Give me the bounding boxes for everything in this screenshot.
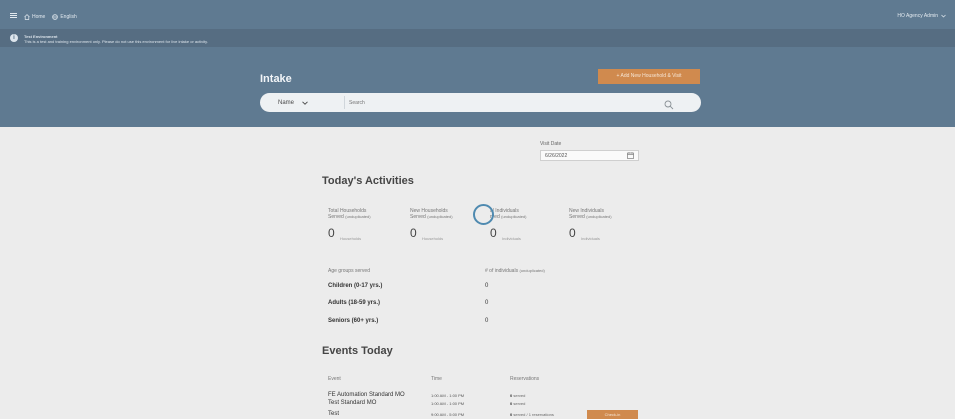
events-col-event: Event xyxy=(328,376,341,382)
stat-unit: Households xyxy=(422,236,444,241)
stat-subtitle: Served xyxy=(410,214,426,220)
stat-total-households: Total Households Served (unduplicated) 0… xyxy=(328,208,398,241)
event-time: 1:00 AM - 1:00 PM xyxy=(431,401,465,406)
language-label: English xyxy=(60,13,77,20)
event-time: 1:00 AM - 1:00 PM xyxy=(431,393,465,398)
add-household-visit-button[interactable]: + Add New Household & Visit xyxy=(598,69,700,84)
check-in-button[interactable]: Check-in xyxy=(587,410,638,419)
intake-header: Intake + Add New Household & Visit Name xyxy=(0,47,955,127)
event-name: Test Standard MO xyxy=(328,400,377,406)
globe-icon xyxy=(52,13,59,20)
home-link[interactable]: Home xyxy=(24,14,45,20)
stat-total-individuals: al Individuals rved (unduplicated) 0 Ind… xyxy=(490,208,560,241)
stat-value: 0 xyxy=(569,226,576,240)
stat-unit: Households xyxy=(340,236,362,241)
events-today-heading: Events Today xyxy=(322,345,393,357)
search-field-label: Name xyxy=(278,99,295,106)
age-group-count: 0 xyxy=(485,300,489,306)
visit-date-label: Visit Date xyxy=(540,141,562,147)
top-nav-left: Home English xyxy=(10,13,77,20)
search-divider xyxy=(344,96,345,109)
calendar-icon[interactable] xyxy=(627,152,634,161)
age-group-count: 0 xyxy=(485,283,489,289)
chevron-down-icon xyxy=(302,100,308,105)
stat-value: 0 xyxy=(490,226,497,240)
search-input[interactable] xyxy=(349,96,649,109)
event-name: Test xyxy=(328,411,340,417)
user-name: HO Agency Admin xyxy=(897,13,938,19)
event-served-count: 0 xyxy=(510,401,513,406)
stat-subtitle: Served xyxy=(328,214,344,220)
age-group-label: Children (0-17 yrs.) xyxy=(328,283,383,289)
search-field-select[interactable]: Name xyxy=(272,93,342,112)
stat-new-households: New Households Served (unduplicated) 0 H… xyxy=(410,208,480,241)
stat-subtitle: Served xyxy=(569,214,585,220)
top-nav-bar: Home English HO Agency Admin xyxy=(0,0,955,29)
chevron-down-icon xyxy=(941,14,946,18)
visit-date-value: 6/26/2022 xyxy=(545,153,568,159)
test-environment-banner: i Test Environment This is a test and tr… xyxy=(0,29,955,47)
event-served-count: 0 xyxy=(510,412,513,417)
stat-value: 0 xyxy=(410,226,417,240)
page-title: Intake xyxy=(260,73,292,85)
event-reservations-text: served xyxy=(513,393,526,398)
menu-icon[interactable] xyxy=(10,13,17,20)
home-label: Home xyxy=(32,13,46,20)
event-time: 9:00 AM - 5:00 PM xyxy=(431,412,465,417)
visit-date-input[interactable]: 6/26/2022 xyxy=(540,150,639,161)
stat-note: (unduplicated) xyxy=(427,214,453,219)
age-group-count: 0 xyxy=(485,318,489,324)
age-group-label: Seniors (60+ yrs.) xyxy=(328,318,379,324)
todays-activities-heading: Today's Activities xyxy=(322,175,414,187)
events-col-reservations: Reservations xyxy=(510,376,540,382)
cursor-indicator xyxy=(473,204,494,225)
event-reservations: 0 served xyxy=(510,401,525,406)
search-icon[interactable] xyxy=(664,97,674,115)
stat-unit: Individuals xyxy=(581,236,600,241)
stat-note: (unduplicated) xyxy=(345,214,371,219)
stat-unit: Individuals xyxy=(502,236,521,241)
event-served-count: 0 xyxy=(510,393,513,398)
info-icon: i xyxy=(10,34,18,42)
stat-note: (unduplicated) xyxy=(501,214,527,219)
event-reservations: 0 served / 1 reservations xyxy=(510,412,554,417)
events-col-time: Time xyxy=(431,376,442,382)
event-name: FE Automation Standard MO xyxy=(328,392,405,398)
count-header-note: (unduplicated) xyxy=(519,268,545,273)
stat-note: (unduplicated) xyxy=(586,214,612,219)
search-bar: Name xyxy=(260,93,701,112)
home-icon xyxy=(24,13,30,20)
language-selector[interactable]: English xyxy=(52,13,77,20)
event-reservations-text: served / 1 reservations xyxy=(513,412,554,417)
stat-new-individuals: New Individuals Served (unduplicated) 0 … xyxy=(569,208,639,241)
individuals-count-header: # of individuals (unduplicated) xyxy=(485,268,545,274)
age-group-label: Adults (18-59 yrs.) xyxy=(328,300,381,306)
banner-message: This is a test and training environment … xyxy=(24,39,208,44)
stat-value: 0 xyxy=(328,226,335,240)
count-header-label: # of individuals xyxy=(485,268,519,274)
age-groups-header: Age groups served xyxy=(328,268,370,274)
event-reservations-text: served xyxy=(513,401,526,406)
user-menu[interactable]: HO Agency Admin xyxy=(897,13,946,19)
event-reservations: 0 served xyxy=(510,393,525,398)
